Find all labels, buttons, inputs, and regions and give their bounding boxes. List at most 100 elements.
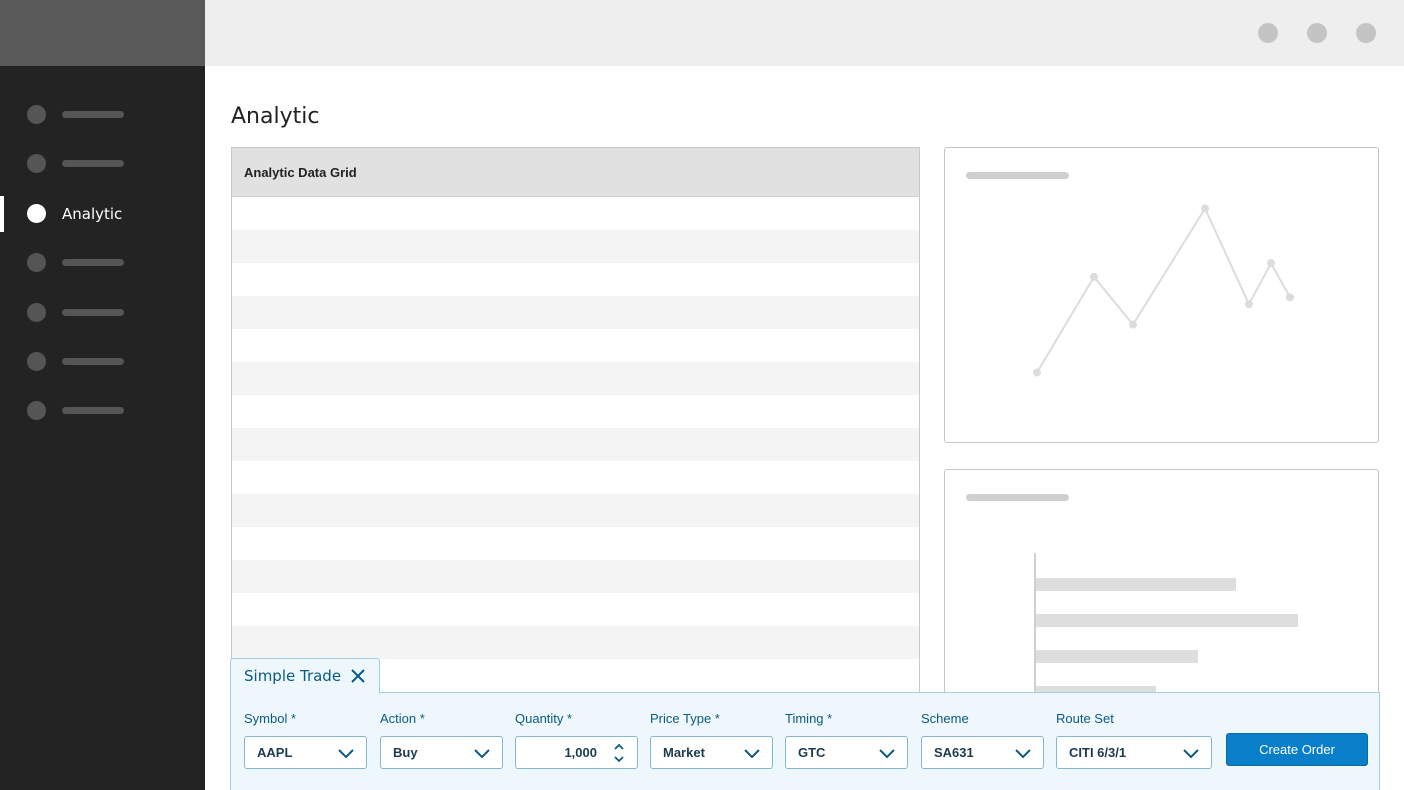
route-set-value: CITI 6/3/1 — [1069, 745, 1127, 760]
table-row[interactable] — [232, 296, 919, 329]
scheme-field: Scheme SA631 — [921, 711, 1044, 769]
create-order-button[interactable]: Create Order — [1226, 733, 1368, 766]
nav-dot-icon — [27, 253, 46, 272]
page-title: Analytic — [231, 104, 320, 129]
table-row[interactable] — [232, 593, 919, 626]
table-row[interactable] — [232, 428, 919, 461]
nav-placeholder-label — [62, 309, 124, 316]
table-row[interactable] — [232, 527, 919, 560]
sidebar: Analytic — [0, 0, 205, 790]
chevron-down-icon — [879, 749, 895, 759]
table-row[interactable] — [232, 263, 919, 296]
timing-select[interactable]: GTC — [785, 736, 908, 769]
trade-tab-title: Simple Trade — [244, 667, 342, 685]
scheme-label: Scheme — [921, 711, 969, 726]
active-indicator — [0, 196, 4, 232]
sidebar-item-5[interactable] — [0, 295, 205, 331]
sidebar-item-7[interactable] — [0, 393, 205, 429]
action-value: Buy — [393, 745, 418, 760]
symbol-label: Symbol * — [244, 711, 297, 726]
table-row[interactable] — [232, 494, 919, 527]
grid-body — [232, 197, 919, 706]
bar — [1036, 578, 1236, 591]
data-point — [1267, 259, 1275, 268]
symbol-value: AAPL — [257, 745, 293, 760]
sidebar-item-2[interactable] — [0, 146, 205, 182]
quantity-stepper[interactable]: 1,000 — [515, 736, 638, 769]
table-row[interactable] — [232, 329, 919, 362]
sidebar-item-analytic[interactable]: Analytic — [0, 196, 205, 232]
action-label: Action * — [380, 711, 425, 726]
nav-placeholder-label — [62, 407, 124, 414]
nav-placeholder-label — [62, 111, 124, 118]
table-row[interactable] — [232, 197, 919, 230]
nav-dot-icon — [27, 105, 46, 124]
nav-placeholder-label — [62, 358, 124, 365]
stepper-arrows-icon[interactable] — [613, 741, 625, 765]
scheme-value: SA631 — [934, 745, 974, 760]
topbar-circle-icon[interactable] — [1356, 23, 1376, 43]
chevron-down-icon — [744, 749, 760, 759]
nav-dot-icon — [27, 401, 46, 420]
table-row[interactable] — [232, 461, 919, 494]
action-field: Action * Buy — [380, 711, 503, 769]
chevron-down-icon — [474, 749, 490, 759]
data-point — [1033, 368, 1041, 377]
chevron-down-icon — [1183, 749, 1199, 759]
topbar-circle-icon[interactable] — [1307, 23, 1327, 43]
series-line — [1036, 206, 1291, 374]
chevron-down-icon — [1015, 749, 1031, 759]
price-type-value: Market — [663, 745, 705, 760]
table-row[interactable] — [232, 626, 919, 659]
top-bar — [205, 0, 1404, 66]
price-type-select[interactable]: Market — [650, 736, 773, 769]
price-type-field: Price Type * Market — [650, 711, 773, 769]
action-select[interactable]: Buy — [380, 736, 503, 769]
timing-label: Timing * — [785, 711, 833, 726]
analytic-data-grid: Analytic Data Grid — [231, 147, 920, 707]
chevron-down-icon — [338, 749, 354, 759]
quantity-label: Quantity * — [515, 711, 573, 726]
timing-value: GTC — [798, 745, 826, 760]
symbol-select[interactable]: AAPL — [244, 736, 367, 769]
topbar-circle-icon[interactable] — [1258, 23, 1278, 43]
data-point — [1201, 204, 1209, 213]
bar — [1036, 614, 1298, 627]
sidebar-header — [0, 0, 205, 66]
timing-field: Timing * GTC — [785, 711, 908, 769]
scheme-select[interactable]: SA631 — [921, 736, 1044, 769]
line-chart — [1033, 204, 1294, 377]
table-row[interactable] — [232, 362, 919, 395]
sidebar-item-label: Analytic — [62, 205, 123, 223]
data-point — [1129, 320, 1137, 329]
symbol-field: Symbol * AAPL — [244, 711, 367, 769]
nav-dot-icon — [27, 352, 46, 371]
data-point — [1090, 272, 1098, 281]
data-point — [1286, 293, 1294, 302]
sidebar-item-4[interactable] — [0, 245, 205, 281]
table-row[interactable] — [232, 560, 919, 593]
simple-trade-tab[interactable]: Simple Trade — [230, 658, 380, 694]
nav-placeholder-label — [62, 160, 124, 167]
route-set-field: Route Set CITI 6/3/1 — [1056, 711, 1212, 769]
bar-chart-card — [944, 469, 1379, 709]
table-row[interactable] — [232, 230, 919, 263]
sidebar-item-1[interactable] — [0, 97, 205, 133]
bar-chart — [1034, 553, 1298, 708]
sidebar-item-6[interactable] — [0, 344, 205, 380]
close-icon[interactable] — [349, 667, 367, 685]
grid-header: Analytic Data Grid — [232, 148, 919, 197]
tab-joint — [231, 690, 379, 694]
quantity-value: 1,000 — [564, 745, 597, 760]
simple-trade-panel: Symbol * AAPL Action * Buy Quantity * 1,… — [230, 692, 1380, 790]
price-type-label: Price Type * — [650, 711, 720, 726]
nav-placeholder-label — [62, 259, 124, 266]
table-row[interactable] — [232, 395, 919, 428]
line-chart-card — [944, 147, 1379, 443]
nav-dot-icon — [27, 303, 46, 322]
bar — [1036, 650, 1198, 663]
nav-dot-icon — [27, 204, 46, 223]
quantity-field: Quantity * 1,000 — [515, 711, 638, 769]
route-set-select[interactable]: CITI 6/3/1 — [1056, 736, 1212, 769]
data-point — [1245, 300, 1253, 309]
